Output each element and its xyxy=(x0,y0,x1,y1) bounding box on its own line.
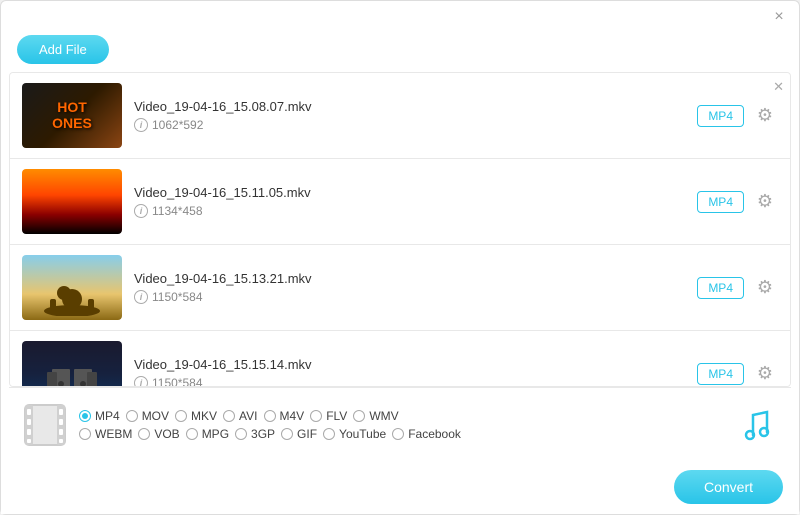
format-label-avi: AVI xyxy=(239,409,257,423)
file-actions: MP4 ⚙ xyxy=(697,361,778,387)
format-label-m4v: M4V xyxy=(280,409,305,423)
format-label-mov: MOV xyxy=(142,409,169,423)
file-name: Video_19-04-16_15.08.07.mkv xyxy=(134,99,685,114)
format-option-vob[interactable]: VOB xyxy=(138,427,179,441)
file-info: Video_19-04-16_15.13.21.mkv i 1150*584 xyxy=(134,271,685,304)
format-badge[interactable]: MP4 xyxy=(697,105,744,127)
thumbnail: HOTONES xyxy=(22,83,122,148)
radio-3gp[interactable] xyxy=(235,428,247,440)
info-icon: i xyxy=(134,204,148,218)
format-label-3gp: 3GP xyxy=(251,427,275,441)
radio-wmv[interactable] xyxy=(353,410,365,422)
format-option-gif[interactable]: GIF xyxy=(281,427,317,441)
radio-mkv[interactable] xyxy=(175,410,187,422)
info-icon: i xyxy=(134,290,148,304)
format-option-m4v[interactable]: M4V xyxy=(264,409,305,423)
resolution-value: 1134*458 xyxy=(152,204,203,218)
radio-mp4[interactable] xyxy=(79,410,91,422)
file-actions: MP4 ⚙ xyxy=(697,189,778,215)
format-option-wmv[interactable]: WMV xyxy=(353,409,398,423)
format-option-mkv[interactable]: MKV xyxy=(175,409,217,423)
format-label-youtube: YouTube xyxy=(339,427,386,441)
format-option-mp4[interactable]: MP4 xyxy=(79,409,120,423)
file-info: Video_19-04-16_15.08.07.mkv i 1062*592 xyxy=(134,99,685,132)
radio-gif[interactable] xyxy=(281,428,293,440)
music-icon[interactable] xyxy=(735,403,779,447)
toolbar: Add File xyxy=(1,31,799,72)
format-option-avi[interactable]: AVI xyxy=(223,409,257,423)
file-info: Video_19-04-16_15.15.14.mkv i 1150*584 xyxy=(134,357,685,387)
settings-button[interactable]: ⚙ xyxy=(752,189,778,215)
format-label-webm: WEBM xyxy=(95,427,132,441)
format-option-mpg[interactable]: MPG xyxy=(186,427,229,441)
radio-mpg[interactable] xyxy=(186,428,198,440)
footer: Convert xyxy=(1,462,799,514)
format-option-youtube[interactable]: YouTube xyxy=(323,427,386,441)
resolution-value: 1150*584 xyxy=(152,290,203,304)
table-row: Video_19-04-16_15.11.05.mkv i 1134*458 M… xyxy=(10,159,790,245)
settings-button[interactable]: ⚙ xyxy=(752,275,778,301)
table-row: Video_19-04-16_15.15.14.mkv i 1150*584 M… xyxy=(10,331,790,387)
main-window: × Add File HOTONES Video_19-04-16_15.08.… xyxy=(0,0,800,515)
format-label-mkv: MKV xyxy=(191,409,217,423)
format-option-facebook[interactable]: Facebook xyxy=(392,427,461,441)
format-label-flv: FLV xyxy=(326,409,347,423)
add-file-button[interactable]: Add File xyxy=(17,35,109,64)
format-badge[interactable]: MP4 xyxy=(697,363,744,385)
file-name: Video_19-04-16_15.11.05.mkv xyxy=(134,185,685,200)
window-close-button[interactable]: × xyxy=(771,9,787,25)
file-list: HOTONES Video_19-04-16_15.08.07.mkv i 10… xyxy=(9,72,791,387)
format-label-facebook: Facebook xyxy=(408,427,461,441)
radio-flv[interactable] xyxy=(310,410,322,422)
file-actions: MP4 ⚙ xyxy=(697,103,778,129)
format-badge[interactable]: MP4 xyxy=(697,191,744,213)
thumbnail xyxy=(22,255,122,320)
radio-vob[interactable] xyxy=(138,428,150,440)
format-label-mpg: MPG xyxy=(202,427,229,441)
format-option-webm[interactable]: WEBM xyxy=(79,427,132,441)
radio-youtube[interactable] xyxy=(323,428,335,440)
radio-webm[interactable] xyxy=(79,428,91,440)
file-actions: MP4 ⚙ xyxy=(697,275,778,301)
format-option-mov[interactable]: MOV xyxy=(126,409,169,423)
format-option-flv[interactable]: FLV xyxy=(310,409,347,423)
film-icon xyxy=(21,401,69,449)
thumbnail xyxy=(22,341,122,387)
table-row: Video_19-04-16_15.13.21.mkv i 1150*584 M… xyxy=(10,245,790,331)
resolution-value: 1150*584 xyxy=(152,376,203,387)
radio-facebook[interactable] xyxy=(392,428,404,440)
file-resolution: i 1062*592 xyxy=(134,118,685,132)
format-label-gif: GIF xyxy=(297,427,317,441)
info-icon: i xyxy=(134,376,148,387)
settings-button[interactable]: ⚙ xyxy=(752,103,778,129)
convert-button[interactable]: Convert xyxy=(674,470,783,504)
file-name: Video_19-04-16_15.15.14.mkv xyxy=(134,357,685,372)
format-label-vob: VOB xyxy=(154,427,179,441)
radio-avi[interactable] xyxy=(223,410,235,422)
thumbnail xyxy=(22,169,122,234)
table-row: HOTONES Video_19-04-16_15.08.07.mkv i 10… xyxy=(10,73,790,159)
resolution-value: 1062*592 xyxy=(152,118,203,132)
format-badge[interactable]: MP4 xyxy=(697,277,744,299)
item-close-button[interactable]: ✕ xyxy=(773,79,784,95)
settings-button[interactable]: ⚙ xyxy=(752,361,778,387)
format-option-3gp[interactable]: 3GP xyxy=(235,427,275,441)
title-bar: × xyxy=(1,1,799,31)
radio-m4v[interactable] xyxy=(264,410,276,422)
file-resolution: i 1150*584 xyxy=(134,290,685,304)
info-icon: i xyxy=(134,118,148,132)
file-name: Video_19-04-16_15.13.21.mkv xyxy=(134,271,685,286)
format-label-wmv: WMV xyxy=(369,409,398,423)
format-label-mp4: MP4 xyxy=(95,409,120,423)
file-resolution: i 1134*458 xyxy=(134,204,685,218)
radio-mov[interactable] xyxy=(126,410,138,422)
format-bar: MP4 MOV MKV AVI M4V FLV WMV WEBM VOB MPG… xyxy=(9,387,791,462)
file-info: Video_19-04-16_15.11.05.mkv i 1134*458 xyxy=(134,185,685,218)
file-resolution: i 1150*584 xyxy=(134,376,685,387)
